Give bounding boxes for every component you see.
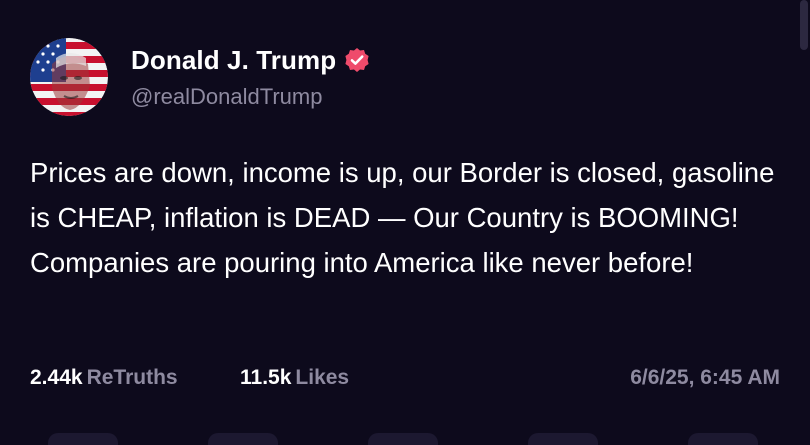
reply-button[interactable] [48,433,118,445]
likes-label: Likes [295,366,350,389]
post-stats: 2.44k ReTruths 11.5k Likes 6/6/25, 6:45 AM [30,366,780,396]
action-bar [0,433,810,445]
likes-count: 11.5k [240,366,292,389]
author-display-name[interactable]: Donald J. Trump [131,45,336,76]
post-timestamp[interactable]: 6/6/25, 6:45 AM [630,366,780,390]
more-button[interactable] [688,433,758,445]
post-text: Prices are down, income is up, our Borde… [30,157,775,278]
retruths-label: ReTruths [86,366,178,389]
scrollbar[interactable] [800,0,808,50]
author-name-row: Donald J. Trump [131,43,370,77]
retruth-button[interactable] [208,433,278,445]
avatar-image [30,38,108,116]
avatar[interactable] [30,38,108,116]
likes-stat[interactable]: 11.5k Likes [240,366,349,390]
post-card: Donald J. Trump @realDonaldTrump Prices … [0,0,810,445]
retruths-count: 2.44k [30,366,83,389]
share-button[interactable] [528,433,598,445]
like-button[interactable] [368,433,438,445]
verified-badge-icon [344,47,370,73]
retruths-stat[interactable]: 2.44k ReTruths [30,366,178,390]
author-handle[interactable]: @realDonaldTrump [131,84,322,110]
